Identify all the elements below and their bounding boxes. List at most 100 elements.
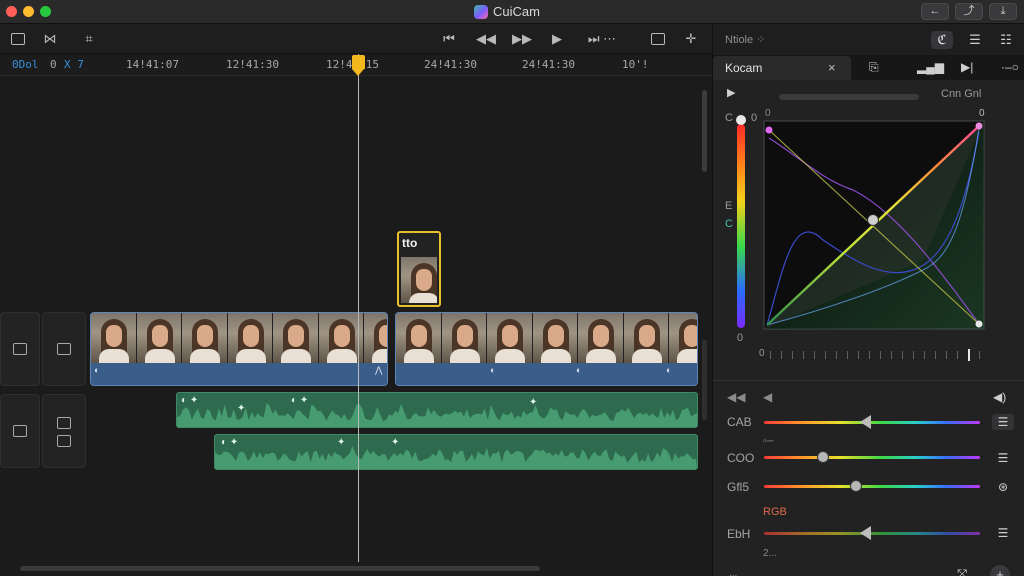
video-track-header[interactable] [0, 312, 40, 386]
title-clip[interactable]: tto [397, 231, 441, 307]
scale-tick [836, 351, 837, 359]
crop-icon[interactable]: ✛ [683, 31, 699, 47]
inspector-tabs: Kocam × ⎘ ▂▄▆ ▶| ·–○ [713, 56, 1024, 80]
snap-icon[interactable]: ⌗ [80, 31, 98, 47]
prev-icon[interactable]: ◀ [763, 390, 772, 404]
adj-slider-ebh[interactable] [764, 532, 980, 535]
audio-marker: ◐ ✦ [221, 437, 239, 448]
waveform [177, 403, 697, 427]
audio-clip-2[interactable]: ◐ ✦ ✦ ✦ [214, 434, 698, 470]
color-curve-editor[interactable] [763, 120, 985, 330]
close-icon[interactable]: × [828, 60, 836, 75]
title-clip-thumbnail [401, 257, 437, 303]
adj-slider-cab[interactable] [764, 421, 980, 424]
audio-track-header[interactable] [0, 394, 40, 468]
video-clip-2[interactable]: ◐ ◐ ◐ [395, 312, 698, 386]
clip-icon[interactable] [10, 31, 26, 47]
footer-small-label: 2... [763, 548, 777, 559]
add-icon[interactable]: + [990, 565, 1010, 576]
monitor-icon[interactable] [13, 343, 27, 355]
adj-slider-gfl5[interactable] [764, 485, 980, 488]
scale-tick [825, 351, 826, 359]
timeline-vertical-scrollbar-track[interactable] [702, 340, 707, 420]
scale-tick [979, 351, 980, 359]
copy-icon[interactable]: ⎘ [869, 60, 879, 75]
video-track-control[interactable] [42, 312, 86, 386]
timeline-area[interactable]: tto ◐ ⋀ ◐ ◐ ◐ ◐ ✦ ✦ ◐ ✦ ✦ ◐ ✦ ✦ ✦ [0, 76, 712, 576]
preview-play-icon[interactable]: ▶ [727, 86, 735, 99]
more-icon[interactable]: ·–○ [1001, 60, 1019, 74]
audio-icon[interactable] [57, 417, 71, 429]
title-bar: CuiCam ← ⤴ ⤓ [0, 0, 1024, 24]
curve-scale [759, 348, 999, 362]
ruler-prefix-x: X 7 [64, 58, 84, 71]
list-tab-icon[interactable]: ☰ [964, 31, 986, 49]
audio-marker: ✦ [237, 403, 246, 414]
clip-frame-thumbnail [578, 313, 624, 363]
mini-slider[interactable] [779, 94, 919, 100]
inspector-header: Ntiole ⁘ ℭ ☰ ☷ [713, 24, 1024, 56]
back-button[interactable]: ← [921, 3, 949, 20]
trim-icon[interactable]: ⋈ [42, 31, 58, 47]
clip-frame-thumbnail [532, 313, 578, 363]
adj-handle-ebh[interactable] [860, 526, 871, 540]
collapse-icon[interactable]: ⤧ [957, 566, 967, 576]
audio-play-icon[interactable] [57, 435, 71, 447]
clip-frames [396, 313, 697, 363]
clip-frame-thumbnail [91, 313, 137, 363]
adj-handle-coo[interactable] [817, 451, 829, 463]
adj-slider-coo[interactable] [764, 456, 980, 459]
channel-label: Cnn Gnl [941, 88, 982, 100]
adj-menu-cab[interactable]: ☰ [992, 414, 1014, 430]
play-forward-icon[interactable]: ▶▶ [512, 31, 532, 47]
step-icon[interactable]: ▶| [961, 60, 973, 74]
adj-handle-gfl5[interactable] [850, 480, 862, 492]
settings-tab-icon[interactable]: ☷ [995, 31, 1017, 49]
clip-frames [91, 313, 387, 363]
audio-track-control[interactable] [42, 394, 86, 468]
minimize-window-button[interactable] [23, 6, 34, 17]
export-button[interactable]: ⤓ [989, 3, 1017, 20]
ruler-prefix-zero: 0 [50, 58, 57, 71]
adj-label-gfl5: Gfl5 [727, 480, 750, 494]
scale-tick [935, 351, 936, 359]
adj-menu-ebh[interactable]: ☰ [992, 525, 1014, 541]
color-bar-slider[interactable] [737, 124, 745, 328]
timeline-horizontal-scrollbar[interactable] [20, 566, 540, 571]
tab-kocam[interactable]: Kocam × [713, 56, 851, 80]
close-window-button[interactable] [6, 6, 17, 17]
adj-menu-gfl5[interactable]: ⊛ [992, 479, 1014, 495]
timeline-vertical-scrollbar[interactable] [702, 90, 707, 172]
playhead-handle[interactable] [352, 55, 365, 69]
clip-thumbnail-icon[interactable] [57, 343, 71, 355]
adj-menu-coo[interactable]: ☰ [992, 450, 1014, 466]
audio-clip-1[interactable]: ◐ ✦ ✦ ◐ ✦ ✦ [176, 392, 698, 428]
rewind-icon[interactable]: ⏮ [441, 31, 457, 47]
skip-icon[interactable]: ⏭ ⋯ [584, 31, 620, 47]
adj-label-cab: CAB [727, 415, 752, 429]
app-title-text: CuiCam [493, 4, 540, 19]
volume-icon[interactable]: ◀) [993, 390, 1006, 404]
clip-frame-thumbnail [396, 313, 442, 363]
clip-start-marker: ◐ [94, 365, 100, 375]
play-icon[interactable]: ▶ [549, 31, 565, 47]
app-title: CuiCam [474, 4, 540, 19]
video-clip-1[interactable]: ◐ ⋀ [90, 312, 388, 386]
rewind-small-icon[interactable]: ◀◀ [727, 390, 745, 404]
zoom-window-button[interactable] [40, 6, 51, 17]
share-button[interactable]: ⤴ [955, 3, 983, 20]
panel-divider [713, 380, 1024, 381]
scale-tick [891, 351, 892, 359]
color-bar-label-top: C [725, 112, 733, 124]
color-tab-icon[interactable]: ℭ [931, 31, 953, 49]
levels-icon[interactable]: ▂▄▆ [917, 60, 944, 74]
audio-marker: ◐ ✦ [181, 395, 199, 406]
adj-handle-cab[interactable] [860, 415, 871, 429]
clip-marker: ◐ [666, 365, 672, 375]
play-back-icon[interactable]: ◀◀ [476, 31, 496, 47]
index-icon[interactable] [650, 31, 666, 47]
clip-end-marker: ⋀ [375, 365, 383, 375]
monitor-icon[interactable] [13, 425, 27, 437]
color-bar-handle[interactable] [736, 115, 746, 125]
clip-frame-thumbnail [364, 313, 387, 363]
